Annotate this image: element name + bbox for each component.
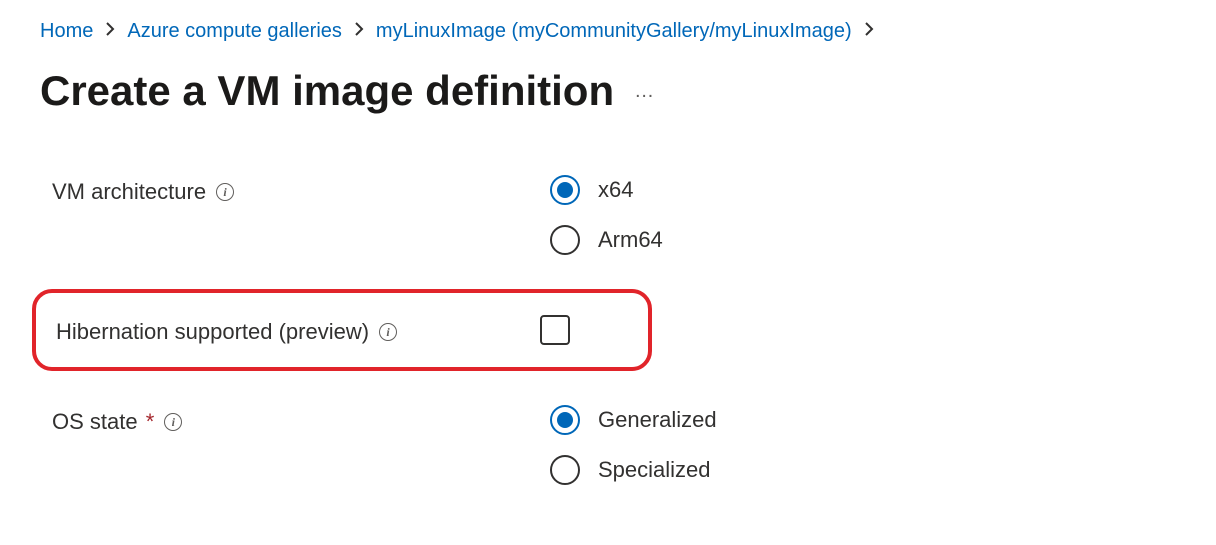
radio-label: Specialized [598, 457, 711, 483]
breadcrumb-image[interactable]: myLinuxImage (myCommunityGallery/myLinux… [376, 20, 852, 43]
field-label: Hibernation supported (preview) i [36, 315, 536, 345]
radio-label: Arm64 [598, 227, 663, 253]
field-input [536, 315, 570, 345]
chevron-right-icon [354, 22, 364, 41]
radio-os-state-specialized[interactable]: Specialized [550, 455, 717, 485]
field-label: OS state * i [40, 405, 550, 435]
highlight-hibernation: Hibernation supported (preview) i [32, 289, 652, 371]
breadcrumb: Home Azure compute galleries myLinuxImag… [40, 20, 1176, 43]
info-icon[interactable]: i [379, 323, 397, 341]
info-icon[interactable]: i [164, 413, 182, 431]
title-row: Create a VM image definition … [40, 67, 1176, 115]
radio-label: Generalized [598, 407, 717, 433]
radio-vm-arch-arm64[interactable]: Arm64 [550, 225, 663, 255]
radio-circle-icon [550, 455, 580, 485]
vm-arch-label-text: VM architecture [52, 179, 206, 205]
os-state-label-text: OS state [52, 409, 138, 434]
radio-vm-arch-x64[interactable]: x64 [550, 175, 663, 205]
breadcrumb-home[interactable]: Home [40, 20, 93, 43]
checkbox-hibernation-supported[interactable] [540, 315, 570, 345]
breadcrumb-galleries[interactable]: Azure compute galleries [127, 20, 342, 43]
info-icon[interactable]: i [216, 183, 234, 201]
field-os-state: OS state * i Generalized Specialized [40, 405, 1176, 485]
radio-circle-icon [550, 405, 580, 435]
field-label: VM architecture i [40, 175, 550, 205]
more-actions-button[interactable]: … [634, 80, 656, 103]
chevron-right-icon [105, 22, 115, 41]
radio-circle-icon [550, 175, 580, 205]
field-hibernation: Hibernation supported (preview) i [36, 315, 648, 345]
field-vm-architecture: VM architecture i x64 Arm64 [40, 175, 1176, 255]
field-input: x64 Arm64 [550, 175, 663, 255]
chevron-right-icon [864, 22, 874, 41]
page-title: Create a VM image definition [40, 67, 614, 115]
radio-os-state-generalized[interactable]: Generalized [550, 405, 717, 435]
radio-label: x64 [598, 177, 633, 203]
hibernation-label-text: Hibernation supported (preview) [56, 319, 369, 345]
radio-circle-icon [550, 225, 580, 255]
required-marker: * [146, 409, 155, 434]
field-input: Generalized Specialized [550, 405, 717, 485]
